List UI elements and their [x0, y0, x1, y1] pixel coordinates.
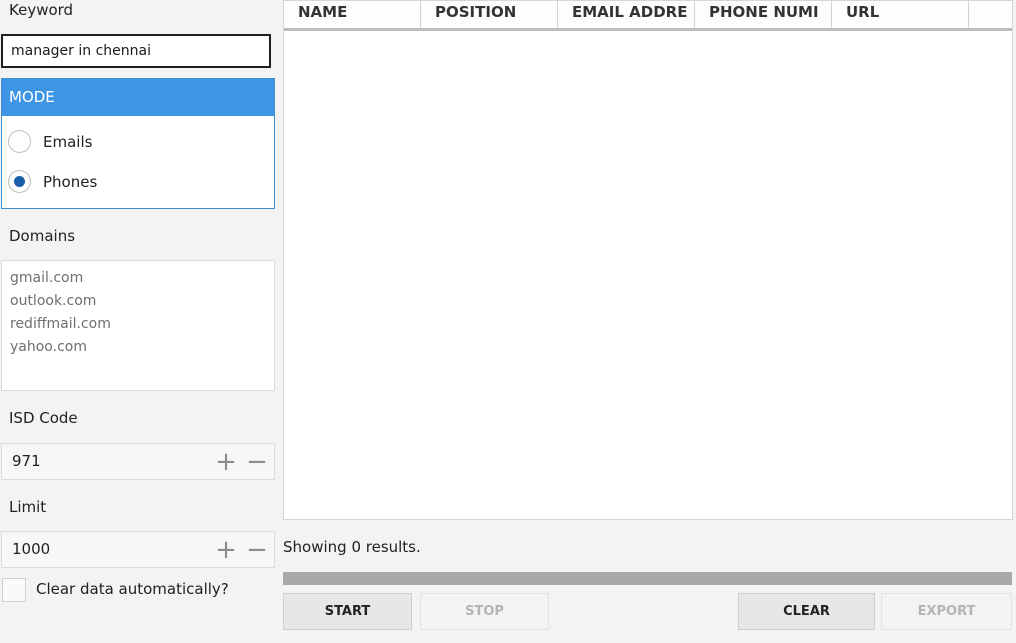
clear-button[interactable]: CLEAR [738, 593, 875, 630]
keyword-input[interactable]: manager in chennai [1, 34, 271, 68]
domain-item: yahoo.com [10, 339, 87, 355]
isd-code-stepper[interactable]: 971 + − [1, 443, 275, 480]
mode-group: MODE Emails Phones [1, 78, 275, 209]
mode-header: MODE [2, 79, 274, 116]
radio-emails-label: Emails [43, 132, 93, 151]
table-header: NAME POSITION EMAIL ADDRE PHONE NUMI URL [284, 1, 1012, 31]
radio-emails-circle-icon[interactable] [8, 130, 31, 153]
stop-button[interactable]: STOP [420, 593, 549, 630]
column-header-filler [969, 1, 1009, 28]
start-button[interactable]: START [283, 593, 412, 630]
domains-label: Domains [9, 227, 76, 245]
domains-textarea[interactable]: gmail.com outlook.com rediffmail.com yah… [1, 260, 275, 391]
domain-item: rediffmail.com [10, 316, 111, 332]
radio-phones-circle-icon[interactable] [8, 170, 31, 193]
column-header-phone[interactable]: PHONE NUMI [695, 1, 832, 28]
column-header-email[interactable]: EMAIL ADDRE [558, 1, 695, 28]
export-button[interactable]: EXPORT [881, 593, 1012, 630]
domain-item: outlook.com [10, 293, 97, 309]
clear-data-checkbox[interactable] [2, 578, 26, 602]
limit-label: Limit [9, 498, 47, 516]
clear-data-label: Clear data automatically? [36, 580, 229, 598]
plus-icon[interactable]: + [214, 537, 238, 563]
isd-code-label: ISD Code [9, 409, 78, 427]
results-table[interactable]: NAME POSITION EMAIL ADDRE PHONE NUMI URL [283, 0, 1013, 520]
domain-item: gmail.com [10, 270, 84, 286]
minus-icon[interactable]: − [245, 449, 269, 475]
isd-code-value[interactable]: 971 [12, 444, 41, 479]
radio-phones-label: Phones [43, 172, 98, 191]
column-header-name[interactable]: NAME [284, 1, 421, 28]
progress-bar [283, 572, 1012, 585]
radio-selected-dot-icon [14, 176, 25, 187]
column-header-position[interactable]: POSITION [421, 1, 558, 28]
limit-stepper[interactable]: 1000 + − [1, 531, 275, 568]
column-header-url[interactable]: URL [832, 1, 969, 28]
app-window: Keyword manager in chennai MODE Emails P… [0, 0, 1016, 643]
radio-emails[interactable]: Emails [8, 130, 92, 153]
keyword-label: Keyword [9, 1, 74, 19]
radio-phones[interactable]: Phones [8, 170, 97, 193]
plus-icon[interactable]: + [214, 449, 238, 475]
results-status: Showing 0 results. [283, 538, 421, 556]
minus-icon[interactable]: − [245, 537, 269, 563]
limit-value[interactable]: 1000 [12, 532, 50, 567]
